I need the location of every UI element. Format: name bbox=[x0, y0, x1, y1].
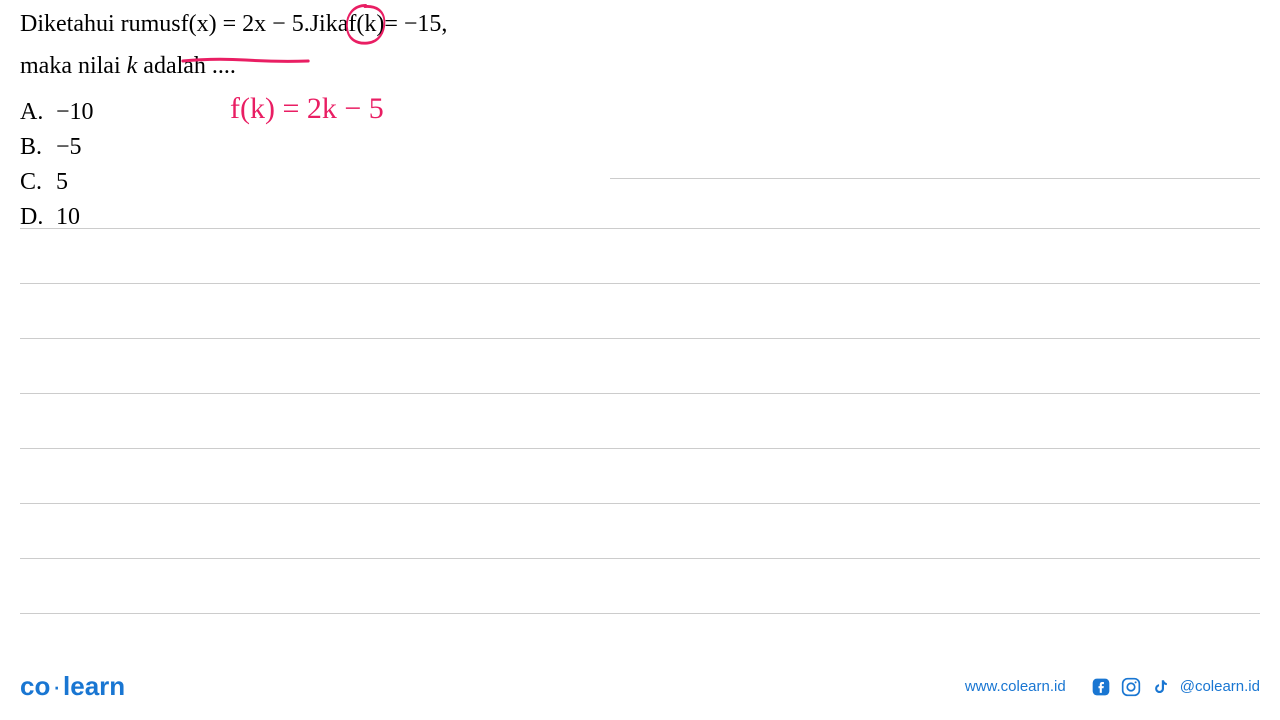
question-line-1: Diketahui rumus f(x) = 2x − 5. Jika f(k)… bbox=[20, 8, 1260, 42]
option-b: B. −5 bbox=[20, 130, 1260, 165]
ruled-lines-area bbox=[20, 178, 1260, 645]
social-links: @colearn.id bbox=[1090, 676, 1260, 698]
option-letter: A. bbox=[20, 95, 42, 130]
instagram-icon bbox=[1120, 676, 1142, 698]
formula-fx: f(x) = 2x − 5. bbox=[181, 8, 310, 42]
red-underline-annotation bbox=[181, 42, 310, 45]
brand-logo: co·learn bbox=[20, 671, 125, 702]
ruled-line bbox=[20, 228, 1260, 229]
ruled-line bbox=[20, 448, 1260, 449]
option-letter: B. bbox=[20, 130, 42, 165]
ruled-line bbox=[20, 503, 1260, 504]
option-value: −5 bbox=[56, 130, 82, 165]
social-handle: @colearn.id bbox=[1180, 678, 1260, 695]
ruled-line bbox=[20, 283, 1260, 284]
jika-prefix: Jika bbox=[310, 8, 349, 42]
equals-value: = −15, bbox=[384, 8, 447, 42]
footer-url: www.colearn.id bbox=[965, 678, 1066, 695]
ruled-line bbox=[20, 393, 1260, 394]
fk-circled: f(k) bbox=[348, 8, 384, 42]
ruled-line bbox=[20, 613, 1260, 614]
footer: co·learn www.colearn.id @colearn.id bbox=[20, 671, 1260, 702]
facebook-icon bbox=[1090, 676, 1112, 698]
footer-right: www.colearn.id @colearn.id bbox=[965, 676, 1260, 698]
ruled-line bbox=[610, 178, 1260, 179]
question-line-2: maka nilai k adalah .... bbox=[20, 50, 1260, 84]
ruled-line bbox=[20, 338, 1260, 339]
ruled-line bbox=[20, 558, 1260, 559]
tiktok-icon bbox=[1150, 676, 1172, 698]
option-a: A. −10 bbox=[20, 95, 1260, 130]
option-value: −10 bbox=[56, 95, 94, 130]
handwritten-annotation: f(k) = 2k − 5 bbox=[230, 92, 384, 126]
question-prefix: Diketahui rumus bbox=[20, 8, 181, 42]
